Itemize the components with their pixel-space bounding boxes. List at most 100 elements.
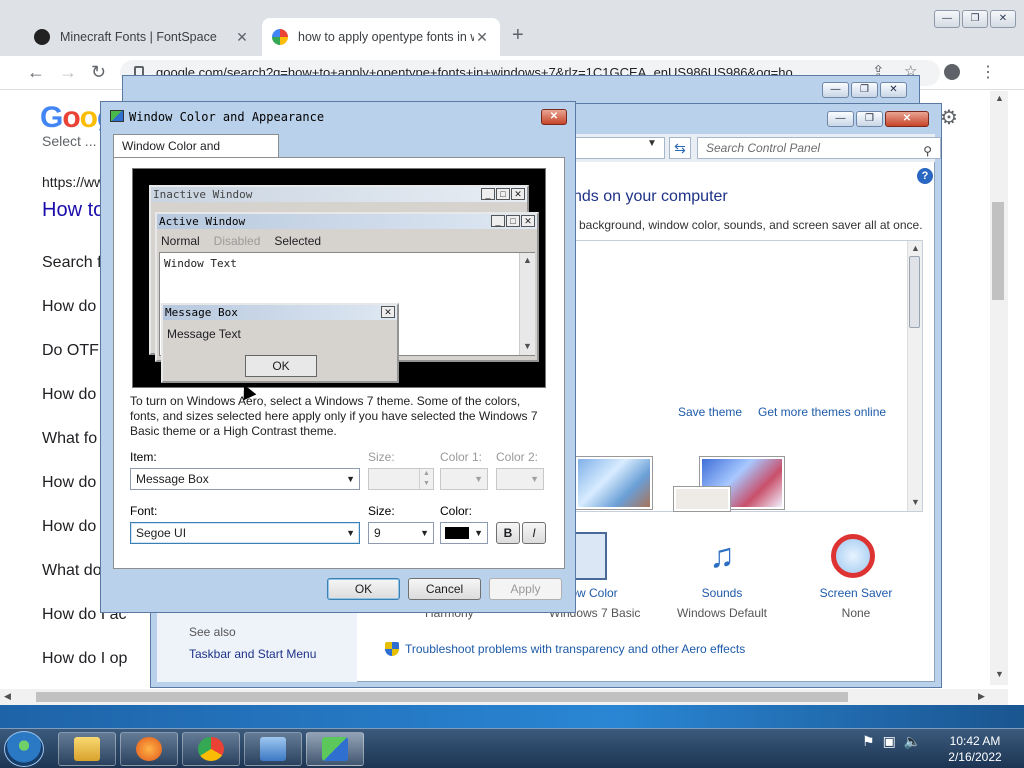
preview-scrollbar[interactable]: ▲ ▼: [519, 253, 535, 355]
tab-fontspace[interactable]: Minecraft Fonts | FontSpace ✕: [24, 18, 260, 56]
google-favicon-icon: [272, 29, 288, 45]
chevron-down-icon: ▼: [474, 474, 483, 484]
related-question[interactable]: Search f: [42, 254, 102, 272]
taskbar-explorer[interactable]: [58, 732, 116, 766]
vertical-scrollbar[interactable]: ▲ ▼: [990, 91, 1008, 685]
close-button[interactable]: ✕: [885, 111, 929, 127]
search-placeholder: Search Control Panel: [706, 141, 821, 155]
cancel-button[interactable]: Cancel: [408, 578, 481, 600]
menu-normal[interactable]: Normal: [161, 234, 200, 248]
start-button[interactable]: [4, 731, 44, 767]
preview-controls: _ □ ✕: [481, 188, 525, 200]
tab-close-icon[interactable]: ✕: [234, 29, 250, 46]
new-tab-button[interactable]: +: [512, 24, 524, 47]
item-dropdown[interactable]: Message Box ▼: [130, 468, 360, 490]
tab-title: Minecraft Fonts | FontSpace: [60, 30, 217, 44]
maximize-button[interactable]: ❐: [851, 82, 878, 98]
screen-saver-no-icon[interactable]: [831, 534, 875, 578]
minimize-button[interactable]: —: [934, 10, 960, 28]
size-label: Size:: [368, 450, 395, 464]
related-question[interactable]: Do OTF: [42, 342, 99, 360]
related-question[interactable]: How do: [42, 298, 96, 316]
color1-picker[interactable]: ▼: [440, 468, 488, 490]
get-more-themes-link[interactable]: Get more themes online: [758, 405, 886, 419]
desktop-wallpaper: [0, 705, 1024, 728]
font-dropdown[interactable]: Segoe UI ▼: [130, 522, 360, 544]
close-button[interactable]: ✕: [541, 109, 567, 125]
related-question[interactable]: What fo: [42, 430, 97, 448]
taskbar-control-panel[interactable]: [244, 732, 302, 766]
refresh-icon[interactable]: ⇆: [669, 137, 691, 159]
forward-arrow-icon[interactable]: →: [59, 62, 77, 83]
search-control-panel-input[interactable]: Search Control Panel ⚲: [697, 137, 941, 159]
gear-icon[interactable]: ⚙: [940, 105, 958, 130]
help-icon[interactable]: ?: [917, 168, 933, 184]
scroll-right-icon[interactable]: ▶: [978, 691, 985, 702]
close-icon: ✕: [381, 306, 395, 318]
minimize-button[interactable]: —: [822, 82, 849, 98]
related-question[interactable]: How do: [42, 518, 96, 536]
theme-thumbnail[interactable]: [576, 457, 652, 509]
network-icon[interactable]: ▣: [883, 733, 896, 750]
theme-thumbnail[interactable]: [674, 487, 730, 511]
ok-button[interactable]: OK: [327, 578, 400, 600]
taskbar-display-settings[interactable]: [306, 732, 364, 766]
italic-toggle[interactable]: I: [522, 522, 546, 544]
chevron-down-icon: ▼: [530, 474, 539, 484]
menu-disabled[interactable]: Disabled: [214, 234, 261, 248]
tab-google-search[interactable]: how to apply opentype fonts in w ✕: [262, 18, 500, 56]
minimize-button[interactable]: —: [827, 111, 854, 127]
scroll-up-icon[interactable]: ▲: [911, 243, 920, 253]
clock[interactable]: 10:42 AM 2/16/2022: [938, 733, 1012, 765]
horizontal-scroll-thumb[interactable]: [36, 692, 848, 702]
scroll-down-icon[interactable]: ▼: [911, 497, 920, 507]
scroll-up-icon[interactable]: ▲: [995, 93, 1004, 103]
tab-close-icon[interactable]: ✕: [474, 29, 490, 46]
theme-list[interactable]: Save theme Get more themes online: [571, 240, 923, 512]
taskbar-start-menu-link[interactable]: Taskbar and Start Menu: [189, 647, 316, 661]
color2-picker[interactable]: ▼: [496, 468, 544, 490]
related-question[interactable]: How do: [42, 474, 96, 492]
sounds-music-note-icon[interactable]: ♫: [697, 532, 747, 580]
theme-list-scroll-thumb[interactable]: [909, 256, 920, 328]
fontspace-favicon-icon: [34, 29, 50, 45]
profile-avatar-icon[interactable]: [944, 64, 960, 80]
vertical-scroll-thumb[interactable]: [992, 202, 1004, 300]
action-center-flag-icon[interactable]: ⚑: [862, 733, 875, 750]
preview-message-box[interactable]: Message Box ✕ Message Text OK: [161, 303, 399, 383]
sounds-option[interactable]: Sounds Windows Default: [667, 586, 777, 620]
snippet-text: Select ...: [42, 133, 97, 149]
tab-window-color-appearance[interactable]: Window Color and Appearance: [113, 134, 279, 175]
appearance-preview[interactable]: Inactive Window _ □ ✕ Active Window _ □ …: [132, 168, 546, 388]
save-theme-link[interactable]: Save theme: [678, 405, 742, 419]
screen-saver-option[interactable]: Screen Saver None: [811, 586, 901, 620]
apply-button[interactable]: Apply: [489, 578, 562, 600]
menu-kebab-icon[interactable]: ⋮: [980, 62, 996, 82]
related-question[interactable]: How do: [42, 386, 96, 404]
scroll-left-icon[interactable]: ◀: [4, 691, 11, 702]
close-button[interactable]: ✕: [880, 82, 907, 98]
chevron-down-icon[interactable]: ▼: [647, 138, 657, 149]
result-url[interactable]: https://ww: [42, 174, 104, 190]
taskbar-media-player[interactable]: [120, 732, 178, 766]
reload-icon[interactable]: ↻: [91, 62, 106, 83]
result-heading-link[interactable]: How to: [42, 199, 104, 222]
maximize-button[interactable]: ❐: [856, 111, 883, 127]
taskbar-chrome[interactable]: [182, 732, 240, 766]
maximize-button[interactable]: ❐: [962, 10, 988, 28]
preview-ok-button[interactable]: OK: [245, 355, 317, 377]
font-size-dropdown[interactable]: 9 ▼: [368, 522, 434, 544]
related-question[interactable]: What do: [42, 562, 102, 580]
search-icon[interactable]: ⚲: [923, 141, 932, 161]
close-button[interactable]: ✕: [990, 10, 1016, 28]
troubleshoot-link[interactable]: Troubleshoot problems with transparency …: [385, 642, 745, 656]
volume-icon[interactable]: 🔈: [904, 733, 921, 750]
related-question[interactable]: How do I op: [42, 650, 127, 668]
menu-selected[interactable]: Selected: [274, 234, 321, 248]
color1-label: Color 1:: [440, 450, 483, 464]
scroll-down-icon[interactable]: ▼: [995, 669, 1004, 679]
back-arrow-icon[interactable]: ←: [27, 62, 45, 83]
bold-toggle[interactable]: B: [496, 522, 520, 544]
font-color-picker[interactable]: ▼: [440, 522, 488, 544]
item-size-stepper[interactable]: ▲ ▼: [368, 468, 434, 490]
